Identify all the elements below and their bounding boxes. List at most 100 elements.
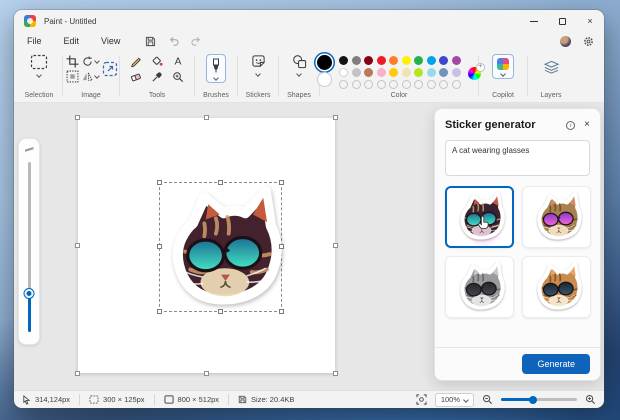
color-swatch[interactable] xyxy=(389,56,399,65)
crop-icon[interactable] xyxy=(65,55,80,68)
brushes-button[interactable] xyxy=(206,54,226,83)
menu-view[interactable]: View xyxy=(98,35,123,47)
color-swatch[interactable] xyxy=(439,68,449,77)
color-swatch[interactable] xyxy=(339,56,349,65)
color-swatch-empty[interactable] xyxy=(439,80,449,89)
flip-button[interactable] xyxy=(82,71,100,82)
color-swatch-empty[interactable] xyxy=(339,80,349,89)
color-swatch-empty[interactable] xyxy=(426,80,436,89)
stickers-button[interactable] xyxy=(251,54,266,77)
color-swatch[interactable] xyxy=(401,56,411,65)
layers-icon xyxy=(543,60,559,74)
selection-handle[interactable] xyxy=(157,244,162,249)
menu-edit[interactable]: Edit xyxy=(61,35,83,47)
selection-handle[interactable] xyxy=(279,244,284,249)
settings-gear-icon[interactable] xyxy=(583,36,594,47)
color-swatch-empty[interactable] xyxy=(364,80,374,89)
generate-button[interactable]: Generate xyxy=(522,354,590,374)
color-swatch[interactable] xyxy=(376,56,386,65)
color-swatch-empty[interactable] xyxy=(389,80,399,89)
undo-icon[interactable] xyxy=(168,36,179,47)
maximize-button[interactable] xyxy=(548,10,576,32)
color-swatch[interactable] xyxy=(364,56,374,65)
fit-to-screen-icon[interactable] xyxy=(416,394,427,405)
thickness-slider-thumb[interactable] xyxy=(24,289,34,298)
brush-icon xyxy=(213,58,219,73)
title-bar[interactable]: Paint - Untitled × xyxy=(14,10,604,32)
selection-handle[interactable] xyxy=(217,309,223,314)
color-swatch[interactable] xyxy=(339,68,349,77)
selection-handle[interactable] xyxy=(157,309,162,314)
sticker-thumbnail-2[interactable] xyxy=(522,186,591,248)
magnifier-tool-icon[interactable] xyxy=(172,71,184,83)
info-icon[interactable]: i xyxy=(566,120,576,130)
zoom-out-icon[interactable] xyxy=(482,394,493,405)
color-swatch[interactable] xyxy=(376,68,386,77)
close-button[interactable]: × xyxy=(576,10,604,32)
color-swatch[interactable] xyxy=(364,68,374,77)
color-swatch[interactable] xyxy=(414,68,424,77)
sticker-thumbnail-3[interactable] xyxy=(445,256,514,318)
color-swatch[interactable] xyxy=(451,68,461,77)
fill-tool-icon[interactable] xyxy=(151,55,163,67)
eraser-tool-icon[interactable] xyxy=(130,71,142,83)
rotate-button[interactable] xyxy=(82,55,100,67)
thickness-slider[interactable] xyxy=(24,162,34,332)
sticker-thumbnail-1[interactable] xyxy=(445,186,514,248)
zoom-slider-thumb[interactable] xyxy=(528,395,537,404)
canvas-resize-handle[interactable] xyxy=(333,371,338,376)
canvas-resize-handle[interactable] xyxy=(75,371,80,376)
color-swatch[interactable] xyxy=(401,68,411,77)
color-swatch[interactable] xyxy=(426,68,436,77)
zoom-slider[interactable] xyxy=(501,395,577,404)
canvas[interactable] xyxy=(75,115,338,376)
selection-handle[interactable] xyxy=(217,180,223,185)
text-tool-icon[interactable]: A xyxy=(172,55,184,67)
menu-file[interactable]: File xyxy=(24,35,45,47)
layers-button[interactable] xyxy=(543,54,560,80)
color-swatch[interactable] xyxy=(451,56,461,65)
secondary-color-swatch[interactable] xyxy=(317,72,333,87)
sticker-selection[interactable] xyxy=(157,180,285,315)
canvas-resize-handle[interactable] xyxy=(203,371,209,376)
canvas-resize-handle[interactable] xyxy=(75,242,80,248)
save-icon[interactable] xyxy=(145,36,156,47)
color-swatch[interactable] xyxy=(351,68,361,77)
redo-icon[interactable] xyxy=(191,36,202,47)
tabby-cat-glasses-image xyxy=(531,261,583,313)
selection-handle[interactable] xyxy=(157,180,162,185)
resize-image-icon[interactable] xyxy=(102,61,118,77)
color-swatch[interactable] xyxy=(351,56,361,65)
canvas-resize-handle[interactable] xyxy=(75,115,80,120)
selection-handle[interactable] xyxy=(279,180,284,185)
sticker-thumbnail-4[interactable] xyxy=(522,256,591,318)
color-swatch-empty[interactable] xyxy=(451,80,461,89)
account-avatar[interactable] xyxy=(560,35,571,47)
canvas-resize-handle[interactable] xyxy=(333,115,338,120)
color-swatch[interactable] xyxy=(426,56,436,65)
color-swatch[interactable] xyxy=(389,68,399,77)
copilot-button[interactable] xyxy=(492,54,514,79)
zoom-in-icon[interactable] xyxy=(585,394,596,405)
color-swatch-empty[interactable] xyxy=(401,80,411,89)
cat-sticker-image[interactable] xyxy=(157,183,285,315)
selection-tool-button[interactable] xyxy=(30,54,48,78)
color-swatch[interactable] xyxy=(414,56,424,65)
pencil-tool-icon[interactable] xyxy=(130,55,142,67)
color-swatch-empty[interactable] xyxy=(376,80,386,89)
prompt-input[interactable]: A cat wearing glasses xyxy=(445,140,590,176)
image-group-label: Image xyxy=(81,92,101,99)
shapes-button[interactable] xyxy=(292,54,307,77)
canvas-resize-handle[interactable] xyxy=(203,115,209,120)
color-swatch-empty[interactable] xyxy=(351,80,361,89)
canvas-resize-handle[interactable] xyxy=(333,242,338,248)
color-swatch[interactable] xyxy=(439,56,449,65)
select-pixels-icon[interactable] xyxy=(65,70,80,83)
color-swatch-empty[interactable] xyxy=(414,80,424,89)
minimize-button[interactable] xyxy=(520,10,548,32)
panel-close-icon[interactable]: × xyxy=(584,120,590,130)
primary-color-swatch[interactable] xyxy=(317,55,333,70)
zoom-level-dropdown[interactable]: 100% xyxy=(434,392,474,407)
selection-handle[interactable] xyxy=(279,309,284,314)
color-picker-tool-icon[interactable] xyxy=(151,71,163,83)
